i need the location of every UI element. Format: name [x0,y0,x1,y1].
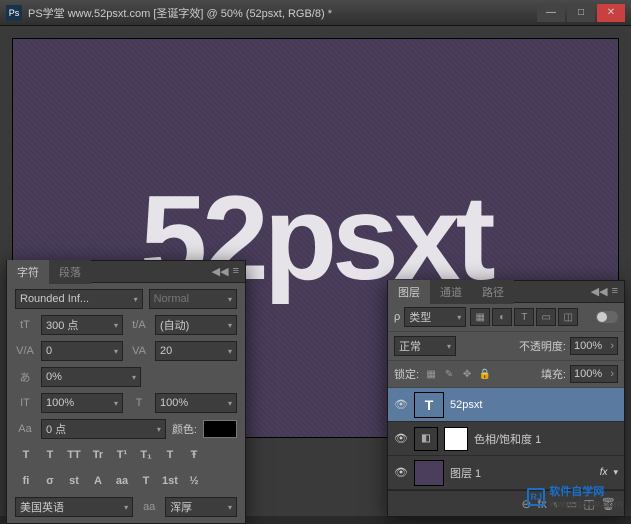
titlebar: Ps PS学堂 www.52psxt.com [圣诞字效] @ 50% (52p… [0,0,631,26]
lock-pixels-icon[interactable]: ✎ [441,369,457,380]
subscript-button[interactable]: T₁ [135,445,157,465]
panel-menu-icon[interactable]: ≡ [612,285,618,298]
font-size-input[interactable]: 300 点 [41,315,123,335]
layer-mask-thumb [444,427,468,451]
vscale-icon: IT [15,397,35,409]
vscale-input[interactable]: 100% [41,393,123,413]
discretionary-button[interactable]: st [63,471,85,491]
tsume-icon: あ [15,369,35,385]
underline-button[interactable]: T [159,445,181,465]
app-icon: Ps [6,5,22,21]
color-label: 颜色: [172,421,197,437]
window-title: PS学堂 www.52psxt.com [圣诞字效] @ 50% (52psxt… [28,5,537,21]
baseline-icon: Aa [15,423,35,435]
layer-thumb-adjustment: ◧ [414,427,438,451]
kerning-icon: V/A [15,345,35,357]
visibility-icon[interactable]: 👁 [394,398,408,412]
filter-toggle[interactable] [596,311,618,323]
antialias-select[interactable]: 浑厚 [165,497,237,517]
layers-panel-tabs: 图层 通道 路径 ◀◀ ≡ [388,281,624,303]
filter-adjust-icon[interactable]: ◐ [492,308,512,326]
tsume-input[interactable]: 0% [41,367,141,387]
filter-type-icon[interactable]: T [514,308,534,326]
layer-item[interactable]: 👁 T 52psxt [388,388,624,422]
layer-thumb-image [414,460,444,486]
opentype-buttons: fi σ st A aa T 1st ½ [15,471,237,491]
layer-name[interactable]: 图层 1 [450,465,594,481]
hscale-icon: T [129,397,149,409]
layer-list: 👁 T 52psxt 👁 ◧ 色相/饱和度 1 👁 图层 1 fx ▾ [388,388,624,490]
smallcaps-button[interactable]: Tr [87,445,109,465]
tab-paths[interactable]: 路径 [472,280,514,304]
font-family-select[interactable]: Rounded Inf... [15,289,143,309]
watermark-logo: RJ [527,488,545,506]
blend-mode-select[interactable]: 正常 [394,336,456,356]
layer-item[interactable]: 👁 ◧ 色相/饱和度 1 [388,422,624,456]
tab-layers[interactable]: 图层 [388,280,430,304]
color-swatch[interactable] [203,420,237,438]
swash-button[interactable]: A [87,471,109,491]
contextual-button[interactable]: σ [39,471,61,491]
layer-thumb-text: T [414,392,444,418]
filter-pixel-icon[interactable]: ▦ [470,308,490,326]
leading-input[interactable]: (自动) [155,315,237,335]
layer-name[interactable]: 色相/饱和度 1 [474,431,618,447]
tab-channels[interactable]: 通道 [430,280,472,304]
lock-position-icon[interactable]: ✥ [459,369,475,380]
layers-panel: 图层 通道 路径 ◀◀ ≡ ρ 类型 ▦ ◐ T ▭ ◫ 正常 不透明度: 10… [387,280,625,517]
window-controls: — □ ✕ [537,4,625,22]
filter-kind-icon: ρ [394,311,400,323]
watermark-url: www.rjzxw.com [549,499,623,510]
fractions-button[interactable]: ½ [183,471,205,491]
layer-fx-badge[interactable]: fx [600,467,608,478]
character-panel-tabs: 字符 段落 ◀◀ ≡ [7,261,245,283]
strike-button[interactable]: Ŧ [183,445,205,465]
character-panel: 字符 段落 ◀◀ ≡ Rounded Inf... Normal tT 300 … [6,260,246,524]
layer-name[interactable]: 52psxt [450,399,618,411]
visibility-icon[interactable]: 👁 [394,432,408,446]
tracking-input[interactable]: 20 [155,341,237,361]
ordinals-button[interactable]: 1st [159,471,181,491]
type-style-buttons: T T TT Tr T¹ T₁ T Ŧ [15,445,237,465]
ligatures-button[interactable]: fi [15,471,37,491]
watermark-text: 软件自学网 [549,483,623,499]
tab-character[interactable]: 字符 [7,260,49,284]
font-size-icon: tT [15,319,35,331]
fill-label: 填充: [541,366,566,382]
close-button[interactable]: ✕ [597,4,625,22]
filter-smart-icon[interactable]: ◫ [558,308,578,326]
opacity-label: 不透明度: [519,338,566,354]
stylistic-button[interactable]: aa [111,471,133,491]
minimize-button[interactable]: — [537,4,565,22]
tab-paragraph[interactable]: 段落 [49,260,91,284]
lock-label: 锁定: [394,366,419,382]
watermark: RJ 软件自学网 www.rjzxw.com [527,483,623,510]
leading-icon: t/A [129,319,149,331]
font-style-select[interactable]: Normal [149,289,237,309]
hscale-input[interactable]: 100% [155,393,237,413]
language-select[interactable]: 美国英语 [15,497,133,517]
panel-collapse-icon[interactable]: ◀◀ [212,265,229,278]
bold-button[interactable]: T [15,445,37,465]
panel-menu-icon[interactable]: ≡ [233,265,239,278]
tracking-icon: VA [129,345,149,357]
superscript-button[interactable]: T¹ [111,445,133,465]
opacity-input[interactable]: 100% [570,337,618,355]
panel-collapse-icon[interactable]: ◀◀ [591,285,608,298]
kerning-input[interactable]: 0 [41,341,123,361]
filter-shape-icon[interactable]: ▭ [536,308,556,326]
titling-button[interactable]: T [135,471,157,491]
filter-kind-select[interactable]: 类型 [404,307,466,327]
visibility-icon[interactable]: 👁 [394,466,408,480]
fill-input[interactable]: 100% [570,365,618,383]
italic-button[interactable]: T [39,445,61,465]
chevron-down-icon[interactable]: ▾ [613,467,618,478]
baseline-input[interactable]: 0 点 [41,419,166,439]
lock-all-icon[interactable]: 🔒 [477,369,493,380]
antialias-icon: aa [139,501,159,513]
lock-transparency-icon[interactable]: ▦ [423,369,439,380]
allcaps-button[interactable]: TT [63,445,85,465]
maximize-button[interactable]: □ [567,4,595,22]
